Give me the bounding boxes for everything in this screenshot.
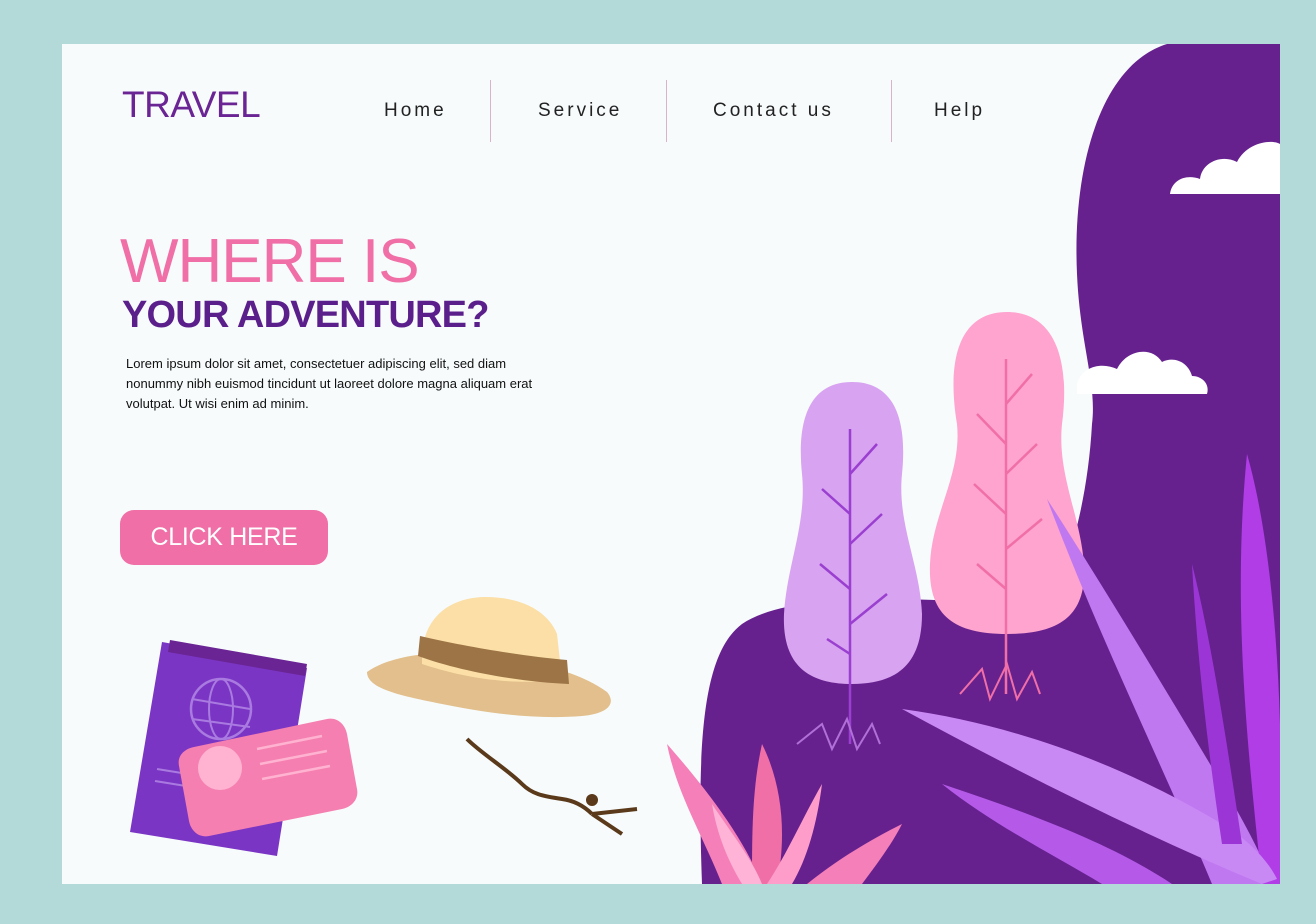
- hat-icon: [367, 596, 638, 836]
- nav-item-service[interactable]: Service: [538, 100, 622, 122]
- hero-title-line1: WHERE IS: [120, 227, 420, 296]
- click-here-button[interactable]: CLICK HERE: [120, 510, 328, 565]
- hero-illustration: [130, 44, 1280, 884]
- hero-title-line2: YOUR ADVENTURE?: [122, 294, 489, 336]
- hero-description: Lorem ipsum dolor sit amet, consectetuer…: [126, 356, 533, 411]
- nav-divider: [891, 80, 892, 142]
- nav-divider: [490, 80, 491, 142]
- brand-logo[interactable]: TRAVEL: [122, 84, 261, 126]
- nav-item-help[interactable]: Help: [934, 100, 985, 122]
- landing-page: TRAVEL Home Service Contact us Help WHER…: [62, 44, 1280, 884]
- nav-item-contact-us[interactable]: Contact us: [713, 100, 834, 122]
- nav-divider: [666, 80, 667, 142]
- nav-item-home[interactable]: Home: [384, 100, 447, 122]
